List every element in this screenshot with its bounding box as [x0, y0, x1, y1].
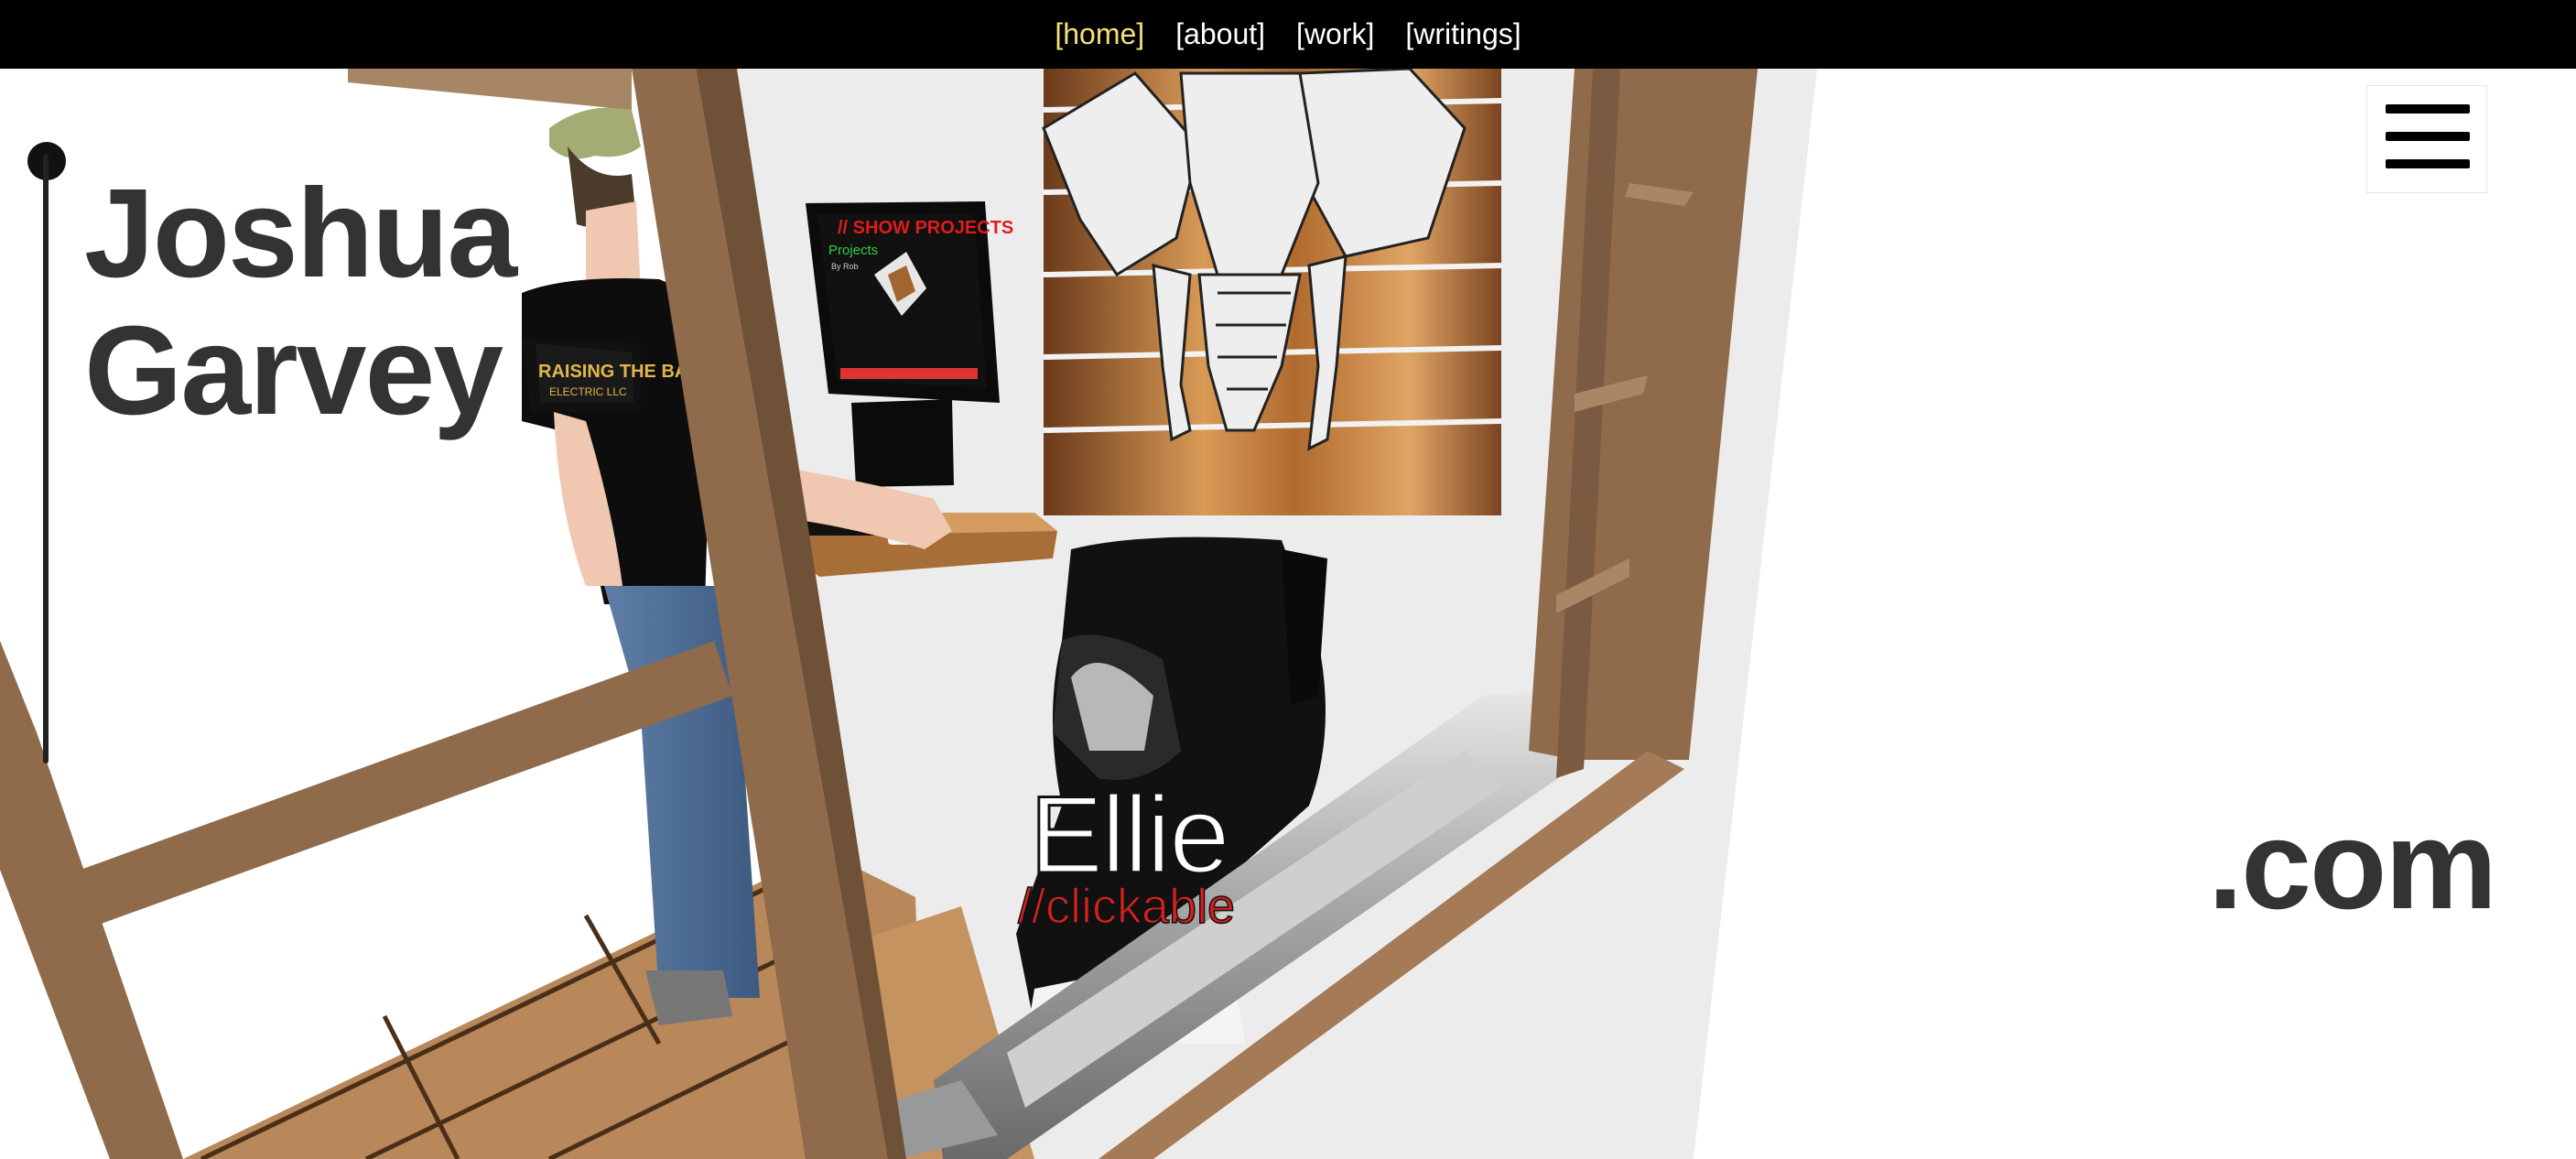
shirt-text-line2: ELECTRIC LLC — [549, 385, 627, 398]
title-vertical-line — [43, 154, 49, 764]
nav-about-link[interactable]: [about] — [1175, 17, 1265, 51]
nav-writings-link[interactable]: [writings] — [1405, 17, 1521, 51]
nav-work-link[interactable]: [work] — [1296, 17, 1374, 51]
hamburger-line — [2386, 132, 2470, 141]
monitor-sub: Projects — [828, 243, 878, 258]
domain-suffix: .com — [2207, 795, 2497, 936]
shirt-text-line1: RAISING THE BAR — [538, 362, 701, 382]
clickable-hint[interactable]: //clickable — [1017, 878, 1236, 935]
elephant-wall-art — [1042, 69, 1502, 515]
hamburger-menu-icon — [2386, 104, 2470, 114]
name-last: Garvey — [84, 300, 503, 441]
top-nav-bar: [home] [about] [work] [writings] — [0, 0, 2576, 69]
site-name-heading: Joshua Garvey — [84, 163, 517, 441]
monitor-heading: // SHOW PROJECTS — [838, 218, 1013, 238]
hamburger-line — [2386, 159, 2470, 168]
name-first: Joshua — [84, 163, 517, 304]
monitor-byline: By Rob — [831, 262, 859, 271]
dog-name-label[interactable]: Ellie — [1029, 779, 1232, 892]
hamburger-menu-button[interactable] — [2366, 85, 2487, 193]
nav-home-link[interactable]: [home] — [1055, 17, 1144, 51]
nav-links: [home] [about] [work] [writings] — [0, 0, 2576, 69]
